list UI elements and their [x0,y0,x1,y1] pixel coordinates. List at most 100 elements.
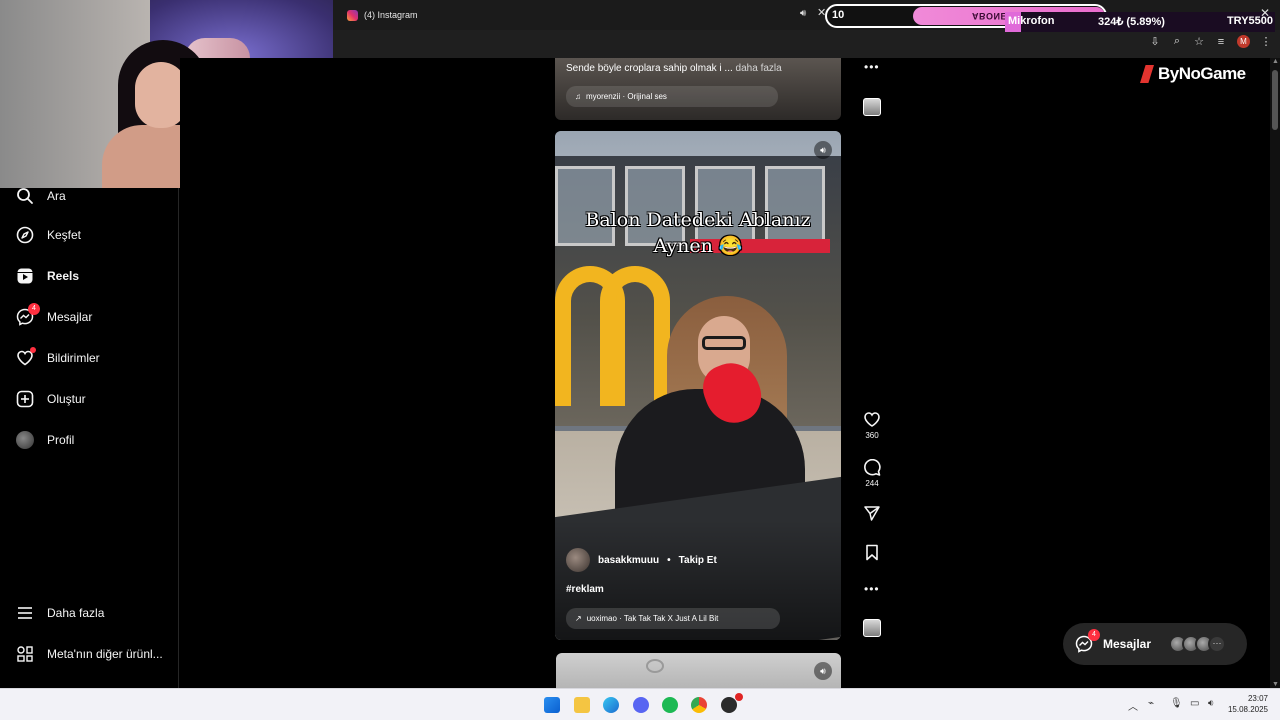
previous-reel-audio[interactable]: ♫ myorenzii · Orijinal ses [566,86,778,107]
speaker-icon[interactable]: 🔊︎ [814,141,832,159]
follow-button[interactable]: Takip Et [679,555,717,566]
search-icon [16,187,34,205]
like-button[interactable]: 360 [862,411,882,440]
microphone-icon[interactable]: 🎙︎ [1170,698,1183,709]
browser-chrome: (4) Instagram 🔊︎ ✕ 10 ABONE HEDEFİ Mikro… [333,0,1280,58]
menu-icon[interactable]: ⋮ [1260,35,1272,48]
donation-label: Mikrofon [1008,15,1055,27]
save-button[interactable] [862,544,882,561]
reel-video[interactable]: Balon Datedeki Ablanız Aynen 😂 🔊︎ basakk… [555,131,841,640]
chevron-up-icon[interactable]: ︿ [1128,698,1138,713]
sidebar-item-label: Profil [47,433,75,447]
audio-label: myorenzii · Orijinal ses [586,92,667,101]
comment-icon [864,459,881,476]
more-contacts: ··· [1208,635,1226,653]
reel-audio[interactable]: ↗ uoximao · Tak Tak Tak X Just A Lil Bit [566,608,780,629]
speaker-icon[interactable]: 🔊︎ [814,662,832,680]
heart-icon [864,412,880,427]
loading-icon [646,659,664,673]
username[interactable]: basakkmuuu [598,555,659,566]
goal-count: 10 [832,9,845,21]
sidebar-item-notifications[interactable]: Bildirimler [16,347,100,367]
chrome-icon[interactable] [691,697,707,713]
reels-icon [16,267,34,285]
hamburger-icon [16,604,34,622]
window-close-icon[interactable]: ✕ [1260,6,1270,20]
messages-badge: 4 [28,303,40,315]
star-icon[interactable]: ☆ [1193,35,1205,48]
sidebar-item-more[interactable]: Daha fazla [16,604,104,622]
obs-icon[interactable] [721,693,743,713]
overlay-line-2: Aynen 😂 [653,235,743,257]
scroll-up-icon[interactable]: ▲ [1272,58,1279,65]
tab-instagram[interactable]: (4) Instagram [341,4,493,26]
sidebar-item-label: Reels [47,269,80,283]
audio-thumbnail[interactable] [863,98,881,116]
sidebar-item-profile[interactable]: Profil [16,431,74,449]
golden-arch [600,266,670,406]
notification-dot [30,347,36,353]
sidebar-item-search[interactable]: Ara [16,187,66,205]
sidebar-item-explore[interactable]: Keşfet [16,226,81,244]
recent-contacts: ··· [1169,635,1226,653]
comment-button[interactable]: 244 [862,459,882,488]
messages-pill[interactable]: 4 Mesajlar ··· [1063,623,1247,665]
scrollbar-thumb[interactable] [1272,70,1278,130]
audio-thumbnail[interactable] [863,619,881,637]
spotify-icon[interactable] [662,697,678,713]
bynogame-logo: ByNoGame [1140,64,1246,84]
system-clock[interactable]: 23:07 15.08.2025 [1228,693,1268,715]
discord-icon[interactable] [633,697,649,713]
zoom-icon[interactable]: ⌕ [1171,35,1183,48]
messages-badge: 4 [1088,629,1100,641]
share-button[interactable] [862,505,882,522]
audio-label: uoximao · Tak Tak Tak X Just A Lil Bit [586,614,719,623]
network-icon[interactable]: ⌁ [1148,698,1154,709]
like-count: 360 [865,431,879,440]
previous-reel-caption: Sende böyle croplara sahip olmak i ... d… [566,63,782,74]
instagram-icon [347,9,358,21]
profile-icon[interactable]: M [1237,35,1250,48]
sidebar-item-reels[interactable]: Reels [16,267,79,285]
compass-icon [16,226,34,244]
sidebar-item-label: Ara [47,189,66,203]
next-reel[interactable]: 🔊︎ [556,653,841,688]
sidebar-item-label: Daha fazla [47,606,105,620]
clock-date: 15.08.2025 [1227,705,1268,714]
tab-bar: (4) Instagram 🔊︎ ✕ 10 ABONE HEDEFİ Mikro… [333,0,1280,32]
trending-arrow-icon: ↗ [575,614,582,623]
previous-reel[interactable]: Sende böyle croplara sahip olmak i ... d… [555,58,841,120]
volume-icon[interactable]: 🔉︎ [1208,698,1214,709]
speaker-icon[interactable]: 🔊︎ [800,8,806,19]
scrollbar[interactable]: ▲ ▼ [1270,58,1280,688]
music-note-icon: ♫ [575,92,581,101]
scroll-down-icon[interactable]: ▼ [1272,681,1279,688]
plus-square-icon [16,390,34,408]
person-glasses [702,336,746,350]
edge-icon[interactable] [603,697,619,713]
sidebar-item-create[interactable]: Oluştur [16,390,86,408]
more-options-icon[interactable]: ••• [864,582,880,596]
folder-icon[interactable] [574,697,590,713]
heart-icon [16,347,36,367]
sidebar-item-meta-apps[interactable]: Meta'nın diğer ürünl... [16,645,163,663]
reel-caption[interactable]: #reklam [566,584,604,595]
download-icon[interactable]: ⇩ [1149,35,1161,48]
reel-overlay-text: Balon Datedeki Ablanız Aynen 😂 [555,207,841,259]
media-icon[interactable]: ≡ [1215,36,1227,48]
display-icon[interactable]: ▭ [1190,698,1199,709]
messenger-icon: 4 [16,303,40,326]
tab-title: (4) Instagram [364,10,418,20]
sidebar-item-label: Oluştur [47,392,86,406]
more-options-icon[interactable]: ••• [864,60,880,74]
windows-start-icon[interactable] [544,697,560,713]
sidebar-item-label: Keşfet [47,228,82,242]
sidebar-item-messages[interactable]: 4 Mesajlar [16,303,92,326]
send-icon [864,506,880,521]
messenger-icon: 4 [1075,629,1100,653]
avatar[interactable] [566,548,590,572]
more-link[interactable]: daha fazla [736,63,782,74]
brand-name: ByNoGame [1158,64,1246,83]
clock-time: 23:07 [1247,694,1268,703]
bookmark-icon [866,544,878,561]
